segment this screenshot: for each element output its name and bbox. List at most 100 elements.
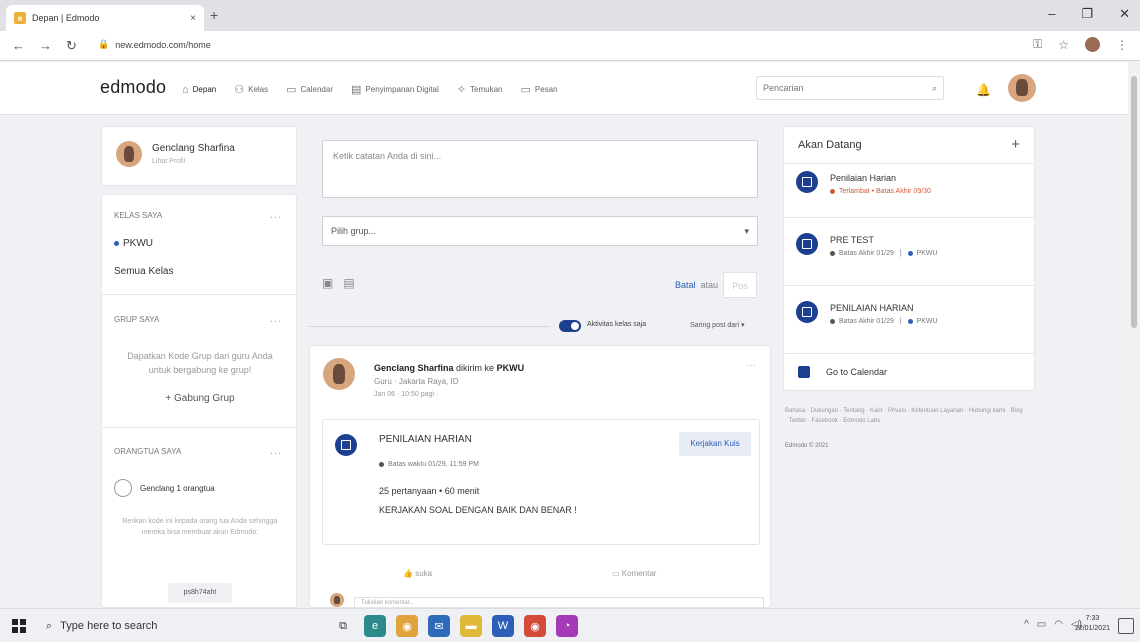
parent-code-button[interactable]: ps8h74aht [168, 583, 232, 603]
nav-home[interactable]: ⌂ Depan [182, 83, 216, 96]
classes-more-button[interactable]: ... [270, 209, 282, 221]
attachment-buttons: ▣ ▤ [322, 276, 355, 290]
scrollbar-thumb[interactable] [1131, 76, 1137, 328]
assignment-icon [796, 301, 818, 323]
tab-close-icon[interactable]: × [190, 13, 196, 24]
app-icon[interactable]: ◔ [556, 615, 578, 637]
post-more-button[interactable]: ··· [746, 360, 756, 371]
take-quiz-button[interactable]: Kerjakan Kuis [679, 432, 751, 456]
edge-icon[interactable]: e [364, 615, 386, 637]
edmodo-favicon-icon: e [14, 12, 26, 24]
post-button[interactable]: Pos [723, 272, 757, 298]
nav-discover-label: Temukan [470, 85, 503, 94]
post-class-link[interactable]: PKWU [497, 363, 525, 373]
browser-tab[interactable]: e Depan | Edmodo × [6, 5, 204, 31]
post-author-avatar[interactable] [323, 358, 355, 390]
browser-profile-icon[interactable] [1085, 37, 1100, 52]
view-profile-link[interactable]: Lihat Profil [152, 158, 185, 165]
comment-icon: ▭ [612, 569, 622, 578]
go-to-calendar-link[interactable]: Go to Calendar [826, 367, 887, 377]
attach-image-icon[interactable]: ▣ [322, 276, 333, 290]
divider [784, 285, 1034, 286]
battery-icon[interactable]: ▭ [1037, 619, 1046, 630]
user-avatar[interactable] [1008, 74, 1036, 102]
assignment-icon [796, 171, 818, 193]
class-activity-toggle[interactable] [559, 320, 581, 332]
filter-posts-dropdown[interactable]: Saring post dari ▾ [690, 321, 745, 329]
mail-icon[interactable]: ✉ [428, 615, 450, 637]
upcoming-item-title: PRE TEST [830, 235, 874, 245]
upcoming-item-class: PKWU [916, 250, 938, 257]
calendar-link-card[interactable]: Go to Calendar [783, 353, 1035, 391]
divider [784, 217, 1034, 218]
groups-more-button[interactable]: ... [270, 313, 282, 325]
all-classes-link[interactable]: Semua Kelas [114, 266, 173, 277]
system-tray: ^ ▭ ◠ ◁) [1024, 619, 1082, 630]
separator: | [897, 250, 904, 257]
nav-storage[interactable]: ▤ Penyimpanan Digital [351, 83, 439, 96]
parents-more-button[interactable]: ... [270, 445, 282, 457]
search-input[interactable]: Pencarian ⌕ [756, 76, 944, 100]
notification-center-icon[interactable] [1118, 618, 1134, 634]
forward-arrow-icon[interactable]: → [39, 38, 52, 54]
upcoming-card: Akan Datang + Penilaian Harian Terlambat… [783, 126, 1035, 362]
attach-file-icon[interactable]: ▤ [343, 276, 354, 290]
add-event-button[interactable]: + [1011, 136, 1020, 153]
post-composer: Ketik catatan Anda di sini... Pilih grup… [309, 126, 771, 306]
maximize-button[interactable]: ❐ [1081, 6, 1093, 22]
file-explorer-icon[interactable]: ▬ [460, 615, 482, 637]
cancel-button[interactable]: Batal [675, 280, 696, 290]
upcoming-heading: Akan Datang [798, 139, 862, 151]
edmodo-logo[interactable]: edmodo [100, 77, 166, 98]
profile-name[interactable]: Genclang Sharfina [152, 143, 235, 154]
url-field[interactable]: 🔒 new.edmodo.com/home [98, 39, 211, 50]
new-tab-button[interactable]: + [210, 7, 218, 23]
word-icon[interactable]: W [492, 615, 514, 637]
tray-chevron-icon[interactable]: ^ [1024, 619, 1029, 630]
nav-discover[interactable]: ✧ Temukan [457, 83, 503, 96]
clock-date: 22/01/2021 [1074, 624, 1110, 632]
reload-icon[interactable]: ↻ [66, 38, 77, 54]
quiz-title[interactable]: PENILAIAN HARIAN [379, 434, 472, 445]
chrome-icon[interactable]: ◉ [396, 615, 418, 637]
footer-links[interactable]: Bahasa · Dukungan · Tentang · Karir · Pr… [785, 406, 1025, 426]
key-icon[interactable]: ⚿ [1033, 37, 1042, 52]
chrome-pinned-icon[interactable]: ◉ [524, 615, 546, 637]
task-view-icon[interactable]: ⧉ [332, 615, 354, 637]
minimize-button[interactable]: – [1048, 6, 1055, 22]
windows-start-icon[interactable] [12, 619, 26, 633]
profile-avatar[interactable] [116, 141, 142, 167]
note-textarea[interactable]: Ketik catatan Anda di sini... [322, 140, 758, 198]
sidebar-item-pkwu[interactable]: PKWU [114, 238, 153, 249]
upcoming-item-title: Penilaian Harian [830, 173, 897, 183]
nav-classes[interactable]: ⚇ Kelas [234, 83, 268, 96]
like-button[interactable]: 👍 suka [403, 569, 432, 578]
divider [102, 294, 296, 295]
nav-calendar[interactable]: ▭ Calendar [286, 83, 333, 96]
due-dot [830, 251, 835, 256]
search-icon[interactable]: ⌕ [932, 83, 937, 93]
post-author-name[interactable]: Genclang Sharfina [374, 363, 454, 373]
taskbar-search-input[interactable]: ⌕ Type here to search [40, 615, 302, 637]
nav-messages[interactable]: ▭ Pesan [520, 83, 557, 96]
browser-menu-icon[interactable]: ⋮ [1116, 38, 1128, 52]
parents-item[interactable]: Genclang 1 orangtua [114, 479, 215, 497]
taskbar-apps: ⧉ e ◉ ✉ ▬ W ◉ ◔ [332, 615, 578, 637]
upcoming-item-sub: Batas Akhir 01/29 [839, 318, 894, 325]
star-bookmark-icon[interactable]: ☆ [1058, 38, 1069, 52]
upcoming-item-sub: Batas Akhir 01/29 [839, 250, 894, 257]
taskbar-clock[interactable]: 7:33 22/01/2021 [1075, 614, 1110, 634]
back-arrow-icon[interactable]: ← [12, 38, 25, 54]
window-controls: – ❐ ✕ [1048, 6, 1130, 22]
comment-button[interactable]: ▭ Komentar [612, 569, 656, 578]
close-window-button[interactable]: ✕ [1119, 6, 1130, 22]
group-select[interactable]: Pilih grup... ▾ [322, 216, 758, 246]
join-group-button[interactable]: + Gabung Grup [102, 393, 298, 404]
upcoming-item-late: Terlambat • Batas Akhir 09/30 [830, 188, 931, 195]
tab-title: Depan | Edmodo [32, 13, 100, 23]
storage-icon: ▤ [351, 84, 362, 96]
page-scrollbar[interactable] [1128, 62, 1140, 608]
network-icon[interactable]: ◠ [1054, 619, 1063, 630]
notifications-bell-icon[interactable]: 🔔 [976, 83, 991, 97]
parent-user-icon [114, 479, 132, 497]
